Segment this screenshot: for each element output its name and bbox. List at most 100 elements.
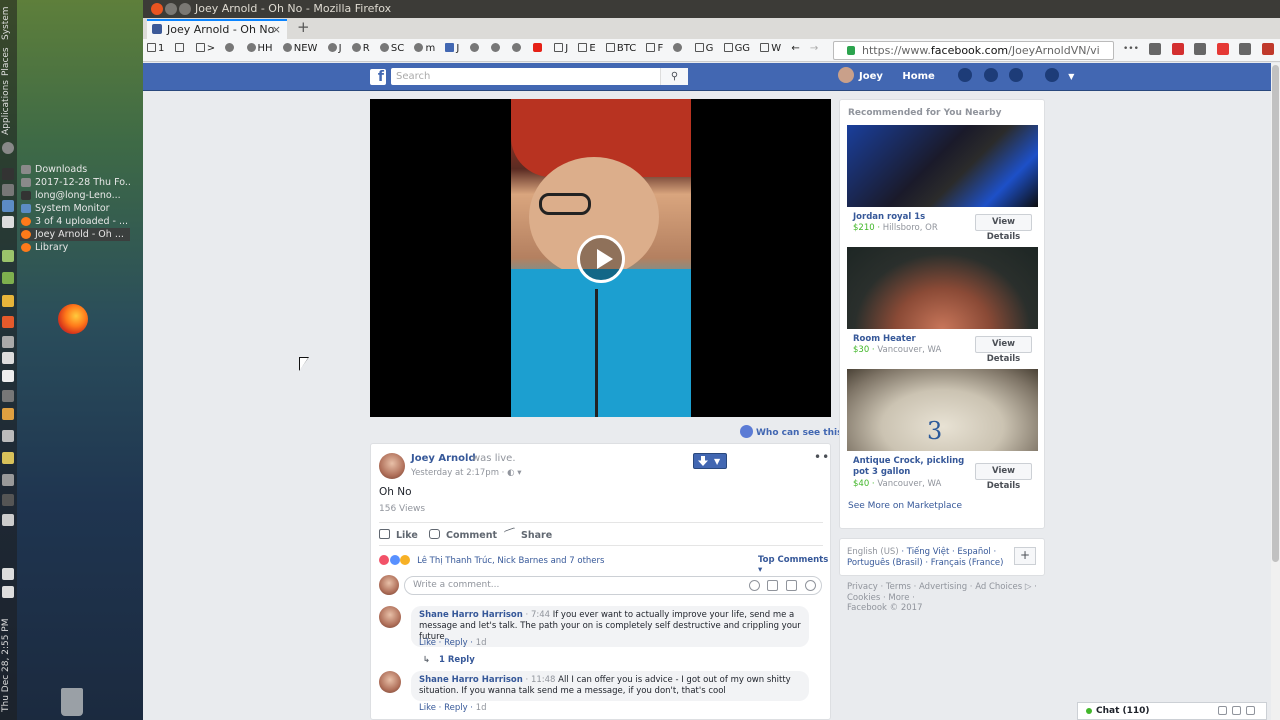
terminal-icon[interactable]: [2, 168, 14, 180]
window-list-item[interactable]: long@long-Leno...: [20, 189, 130, 202]
bookmark-item[interactable]: J: [445, 43, 459, 54]
system-menu[interactable]: System: [1, 6, 11, 40]
new-message-icon[interactable]: [1232, 706, 1241, 715]
gif-icon[interactable]: [786, 580, 797, 591]
bookmark-item[interactable]: [673, 43, 684, 54]
help-icon[interactable]: [1044, 68, 1059, 82]
help-icon[interactable]: [2, 142, 14, 154]
extension-icon[interactable]: [1261, 43, 1274, 55]
close-tab-icon[interactable]: ×: [272, 21, 281, 38]
sidebar-icon[interactable]: [1194, 43, 1207, 55]
bookmark-item[interactable]: W: [760, 43, 781, 54]
marketplace-item[interactable]: Jordan royal 1s $210 · Hillsboro, OR Vie…: [847, 125, 1038, 242]
download-icon[interactable]: [1149, 43, 1162, 55]
footer-links[interactable]: Cookies · More ·: [847, 593, 1037, 604]
bookmark-item[interactable]: >: [195, 43, 215, 54]
bookmark-item[interactable]: J: [327, 43, 342, 54]
app-launcher-icon[interactable]: [2, 316, 14, 328]
maximize-window-button[interactable]: [179, 3, 191, 15]
home-link[interactable]: Home: [902, 71, 934, 82]
sticker-icon[interactable]: [805, 580, 816, 591]
share-button[interactable]: Share: [504, 526, 552, 542]
bookmark-item[interactable]: [469, 43, 481, 54]
item-title[interactable]: Room Heater: [853, 334, 973, 345]
app-launcher-icon[interactable]: [2, 295, 14, 307]
app-launcher-icon[interactable]: [2, 352, 14, 364]
bookmark-item[interactable]: J: [554, 43, 568, 54]
play-button[interactable]: [577, 235, 625, 283]
url-bar[interactable]: https://www.facebook.com/JoeyArnoldVN/vi: [833, 41, 1114, 60]
forward-arrow-icon[interactable]: →: [810, 43, 818, 54]
bookmark-item[interactable]: G: [694, 43, 713, 54]
comment-reply-link[interactable]: Reply: [444, 638, 468, 648]
like-button[interactable]: Like: [379, 529, 418, 541]
footer-links[interactable]: Privacy · Terms · Advertising · Ad Choic…: [847, 582, 1037, 593]
view-details-button[interactable]: View Details: [975, 336, 1032, 364]
commenter-name[interactable]: Shane Harro Harrison: [419, 610, 523, 620]
avatar[interactable]: [379, 606, 401, 628]
bookmark-item[interactable]: [225, 43, 236, 54]
post-timestamp[interactable]: Yesterday at 2:17pm · ◐ ▾: [411, 468, 521, 478]
camera-icon[interactable]: [767, 580, 778, 591]
app-launcher-icon[interactable]: [2, 430, 14, 442]
window-list-item[interactable]: 3 of 4 uploaded - ...: [20, 215, 130, 228]
item-image[interactable]: [847, 125, 1038, 207]
notifications-globe-icon[interactable]: [1009, 68, 1024, 82]
monitor-icon[interactable]: [2, 200, 14, 212]
view-details-button[interactable]: View Details: [975, 214, 1032, 242]
chat-settings-icon[interactable]: [1218, 706, 1227, 715]
files-icon[interactable]: [2, 216, 14, 228]
avatar[interactable]: [379, 453, 405, 479]
download-video-button[interactable]: ▼: [693, 453, 727, 469]
window-list-item-active[interactable]: Joey Arnold - Oh ...: [20, 228, 130, 241]
comment-input[interactable]: Write a comment...: [404, 576, 822, 595]
app-launcher-icon[interactable]: [2, 514, 14, 526]
minimize-window-button[interactable]: [165, 3, 177, 15]
window-list-item[interactable]: System Monitor: [20, 202, 130, 215]
app-launcher-icon[interactable]: [2, 370, 14, 382]
app-launcher-icon[interactable]: [2, 272, 14, 284]
app-launcher-icon[interactable]: [2, 390, 14, 402]
item-image[interactable]: 3: [847, 369, 1038, 451]
bookmark-item[interactable]: SC: [379, 43, 404, 54]
reactions-summary[interactable]: Lê Thị Thanh Trúc, Nick Barnes and 7 oth…: [379, 555, 604, 566]
video-player[interactable]: [370, 99, 831, 417]
language-link[interactable]: Português (Brasil) · Français (France): [847, 558, 1003, 568]
commenter-name[interactable]: Shane Harro Harrison: [419, 675, 523, 685]
comment-like-link[interactable]: Like: [419, 638, 436, 648]
chat-sidebar-bar[interactable]: Chat (110): [1077, 702, 1267, 720]
comment-like-link[interactable]: Like: [419, 703, 436, 713]
bookmark-item[interactable]: m: [414, 43, 435, 54]
new-tab-button[interactable]: +: [297, 18, 310, 36]
profile-link[interactable]: Joey: [859, 71, 883, 82]
marketplace-item[interactable]: Room Heater $30 · Vancouver, WA View Det…: [847, 247, 1038, 364]
avatar[interactable]: [379, 671, 401, 693]
ublock-icon[interactable]: [1171, 43, 1184, 55]
window-list-item[interactable]: 2017-12-28 Thu Fo...: [20, 176, 130, 189]
add-language-button[interactable]: +: [1014, 547, 1036, 565]
close-window-button[interactable]: [151, 3, 163, 15]
applications-menu[interactable]: Applications: [1, 80, 11, 135]
item-title[interactable]: Jordan royal 1s: [853, 212, 973, 223]
trash-icon[interactable]: [61, 688, 83, 716]
window-titlebar[interactable]: Joey Arnold - Oh No - Mozilla Firefox: [143, 0, 1280, 18]
network-icon[interactable]: [2, 568, 14, 580]
bookmark-item[interactable]: F: [646, 43, 663, 54]
panel-clock[interactable]: Thu Dec 28, 2:55 PM: [1, 619, 11, 712]
bookmark-item[interactable]: [533, 43, 544, 54]
messenger-icon[interactable]: [983, 68, 998, 82]
bookmark-item[interactable]: E: [578, 43, 596, 54]
extension-icon[interactable]: [1216, 43, 1229, 55]
bookmark-item[interactable]: BTC: [605, 43, 636, 54]
see-more-marketplace-link[interactable]: See More on Marketplace: [848, 501, 962, 511]
bookmark-item[interactable]: HH: [246, 43, 273, 54]
app-launcher-icon[interactable]: [2, 494, 14, 506]
bookmark-item[interactable]: [490, 43, 502, 54]
avatar[interactable]: [838, 67, 854, 83]
window-list-item[interactable]: Library: [20, 241, 130, 254]
bookmark-item[interactable]: [174, 43, 186, 54]
back-arrow-icon[interactable]: ←: [791, 43, 799, 54]
facebook-logo[interactable]: f: [370, 69, 386, 85]
comment-reply-link[interactable]: Reply: [444, 703, 468, 713]
friend-requests-icon[interactable]: [958, 68, 973, 82]
